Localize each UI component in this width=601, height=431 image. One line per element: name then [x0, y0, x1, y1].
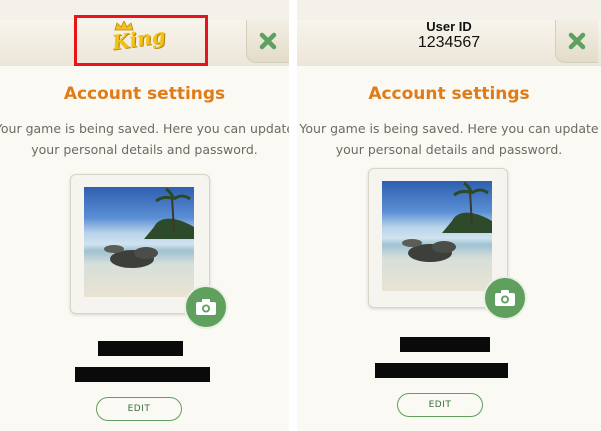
- redacted-email: [75, 367, 210, 382]
- close-button[interactable]: [555, 20, 598, 63]
- redacted-email: [375, 363, 508, 378]
- account-settings-panel-right: User ID 1234567 Account settings Your ga…: [297, 0, 601, 431]
- description-text: Your game is being saved. Here you can u…: [0, 121, 289, 157]
- page-title: Account settings: [63, 84, 226, 104]
- edit-button[interactable]: EDIT: [397, 393, 483, 417]
- close-button[interactable]: [246, 20, 289, 63]
- beach-image: [104, 187, 194, 268]
- profile-photo: [382, 181, 492, 291]
- camera-icon: [196, 299, 216, 315]
- close-icon: [568, 32, 586, 50]
- king-logo-highlight: King: [74, 15, 208, 66]
- edit-button[interactable]: EDIT: [96, 397, 182, 421]
- change-photo-button[interactable]: [184, 285, 228, 329]
- profile-photo: [84, 187, 194, 297]
- account-settings-panel-left: King Account settings Your game is being…: [0, 0, 289, 431]
- page-title: Account settings: [368, 84, 530, 104]
- close-icon: [259, 32, 277, 50]
- description-text: Your game is being saved. Here you can u…: [299, 121, 599, 157]
- redacted-username: [98, 341, 183, 356]
- change-photo-button[interactable]: [483, 276, 527, 320]
- camera-icon: [495, 290, 515, 306]
- redacted-username: [400, 337, 490, 352]
- beach-image: [402, 181, 492, 262]
